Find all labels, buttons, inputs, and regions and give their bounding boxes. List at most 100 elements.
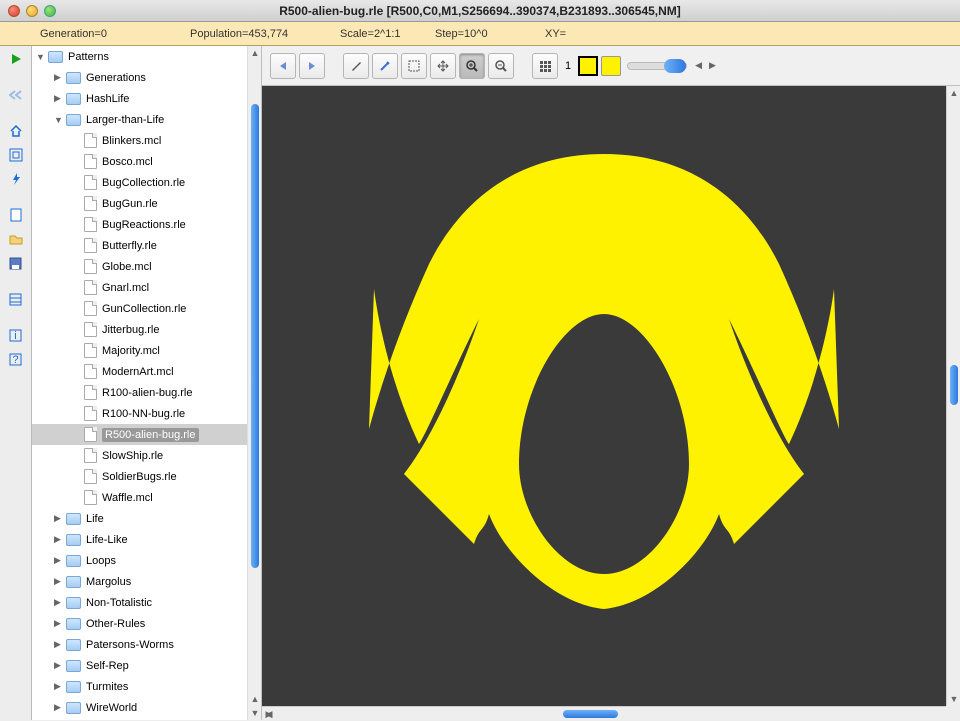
minimize-icon[interactable] [26, 5, 38, 17]
step-back-button[interactable] [5, 84, 27, 106]
tree-label: Bosco.mcl [102, 156, 153, 168]
tree-file[interactable]: BugGun.rle [32, 193, 247, 214]
tree-folder[interactable]: ▶ Margolus [32, 571, 247, 592]
canvas-vscrollbar[interactable]: ▲ ▼ [946, 86, 960, 706]
zoom-in-tool-button[interactable] [459, 53, 485, 79]
tree-file[interactable]: Waffle.mcl [32, 487, 247, 508]
close-icon[interactable] [8, 5, 20, 17]
tree-file[interactable]: GunCollection.rle [32, 298, 247, 319]
pattern-tree[interactable]: ▼Patterns▶Generations▶HashLife▼Larger-th… [32, 46, 247, 720]
tree-folder[interactable]: ▶HashLife [32, 88, 247, 109]
folder-icon [66, 597, 81, 609]
tree-folder[interactable]: ▶Turmites [32, 676, 247, 697]
left-toolbar: i ? [0, 46, 32, 720]
move-tool-button[interactable] [430, 53, 456, 79]
disclosure-icon[interactable]: ▼ [54, 115, 66, 125]
fit-button[interactable] [5, 144, 27, 166]
tree-folder[interactable]: ▶Generations [32, 67, 247, 88]
tree-folder[interactable]: ▶ Life [32, 508, 247, 529]
disclosure-icon[interactable]: ▶ [54, 72, 66, 83]
disclosure-icon[interactable]: ▶ [54, 618, 66, 629]
tree-folder[interactable]: ▼Patterns [32, 46, 247, 67]
zoom-out-tool-button[interactable] [488, 53, 514, 79]
nav-back-button[interactable] [270, 53, 296, 79]
tree-file[interactable]: BugReactions.rle [32, 214, 247, 235]
open-file-button[interactable] [5, 228, 27, 250]
tree-file[interactable]: ModernArt.mcl [32, 361, 247, 382]
folder-icon [66, 114, 81, 126]
file-icon [84, 469, 97, 484]
alien-bug-shape [334, 134, 874, 634]
slider-thumb[interactable] [664, 59, 686, 73]
color-dead-swatch[interactable] [578, 56, 598, 76]
play-button[interactable] [5, 48, 27, 70]
tree-file[interactable]: SlowShip.rle [32, 445, 247, 466]
scroll-up2-icon[interactable]: ▲ [248, 692, 262, 706]
canvas-vscroll-thumb[interactable] [950, 365, 958, 405]
tree-folder[interactable]: ▶Life-Like [32, 529, 247, 550]
folder-icon [66, 681, 81, 693]
file-icon [84, 217, 97, 232]
tree-scrollbar[interactable]: ▲ ▲ ▼ [247, 46, 261, 720]
draw-tool-button[interactable] [343, 53, 369, 79]
disclosure-icon[interactable]: ▶ [54, 576, 66, 587]
tree-folder[interactable]: ▶WireWorld [32, 697, 247, 718]
tree-file[interactable]: Gnarl.mcl [32, 277, 247, 298]
disclosure-icon[interactable]: ▶ [54, 660, 66, 671]
tree-folder[interactable]: ▼Larger-than-Life [32, 109, 247, 130]
canvas-scroll-down-icon[interactable]: ▼ [947, 692, 960, 706]
slider-left-icon[interactable]: ◀ [693, 60, 704, 71]
pick-tool-button[interactable] [372, 53, 398, 79]
canvas-hscroll-thumb[interactable] [563, 710, 618, 718]
tree-file[interactable]: R100-alien-bug.rle [32, 382, 247, 403]
tree-file[interactable]: Jitterbug.rle [32, 319, 247, 340]
color-alive-swatch[interactable] [601, 56, 621, 76]
select-tool-button[interactable] [401, 53, 427, 79]
zoom-icon[interactable] [44, 5, 56, 17]
new-file-button[interactable] [5, 204, 27, 226]
tree-file[interactable]: Blinkers.mcl [32, 130, 247, 151]
canvas-scroll-up-icon[interactable]: ▲ [947, 86, 960, 100]
opacity-slider[interactable] [627, 62, 687, 70]
disclosure-icon[interactable]: ▶ [54, 681, 66, 692]
disclosure-icon[interactable]: ▶ [54, 639, 66, 650]
disclosure-icon[interactable]: ▶ [54, 513, 66, 524]
tree-folder[interactable]: ▶Loops [32, 550, 247, 571]
canvas-hscrollbar[interactable]: ◀ ◀ ▶ [262, 706, 946, 720]
slider-right-icon[interactable]: ▶ [707, 60, 718, 71]
info-button[interactable]: i [5, 324, 27, 346]
disclosure-icon[interactable]: ▶ [54, 93, 66, 104]
tree-file[interactable]: R100-NN-bug.rle [32, 403, 247, 424]
disclosure-icon[interactable]: ▶ [54, 597, 66, 608]
tree-folder[interactable]: ▶Self-Rep [32, 655, 247, 676]
nav-forward-button[interactable] [299, 53, 325, 79]
tree-label: Margolus [86, 576, 131, 588]
grid-button[interactable] [532, 53, 558, 79]
tree-file[interactable]: Globe.mcl [32, 256, 247, 277]
patterns-button[interactable] [5, 288, 27, 310]
help-button[interactable]: ? [5, 348, 27, 370]
disclosure-icon[interactable]: ▶ [54, 702, 66, 713]
save-button[interactable] [5, 252, 27, 274]
disclosure-icon[interactable]: ▶ [54, 555, 66, 566]
tree-folder[interactable]: ▶Non-Totalistic [32, 592, 247, 613]
tree-file[interactable]: Majority.mcl [32, 340, 247, 361]
tree-label: Life [86, 513, 104, 525]
tree-scroll-thumb[interactable] [251, 104, 259, 568]
tree-file[interactable]: Bosco.mcl [32, 151, 247, 172]
disclosure-icon[interactable]: ▼ [36, 52, 48, 62]
scroll-down-icon[interactable]: ▼ [248, 706, 262, 720]
tree-file[interactable]: BugCollection.rle [32, 172, 247, 193]
tree-file[interactable]: Butterfly.rle [32, 235, 247, 256]
pattern-canvas[interactable] [262, 86, 946, 706]
disclosure-icon[interactable]: ▶ [54, 534, 66, 545]
tree-file[interactable]: SoldierBugs.rle [32, 466, 247, 487]
tree-folder[interactable]: ▶Other-Rules [32, 613, 247, 634]
tree-file[interactable]: R500-alien-bug.rle [32, 424, 247, 445]
home-button[interactable] [5, 120, 27, 142]
scroll-up-icon[interactable]: ▲ [248, 46, 262, 60]
canvas-scroll-right-icon[interactable]: ▶ [262, 707, 276, 721]
file-icon [84, 259, 97, 274]
tree-folder[interactable]: ▶Patersons-Worms [32, 634, 247, 655]
lightning-icon[interactable] [5, 168, 27, 190]
